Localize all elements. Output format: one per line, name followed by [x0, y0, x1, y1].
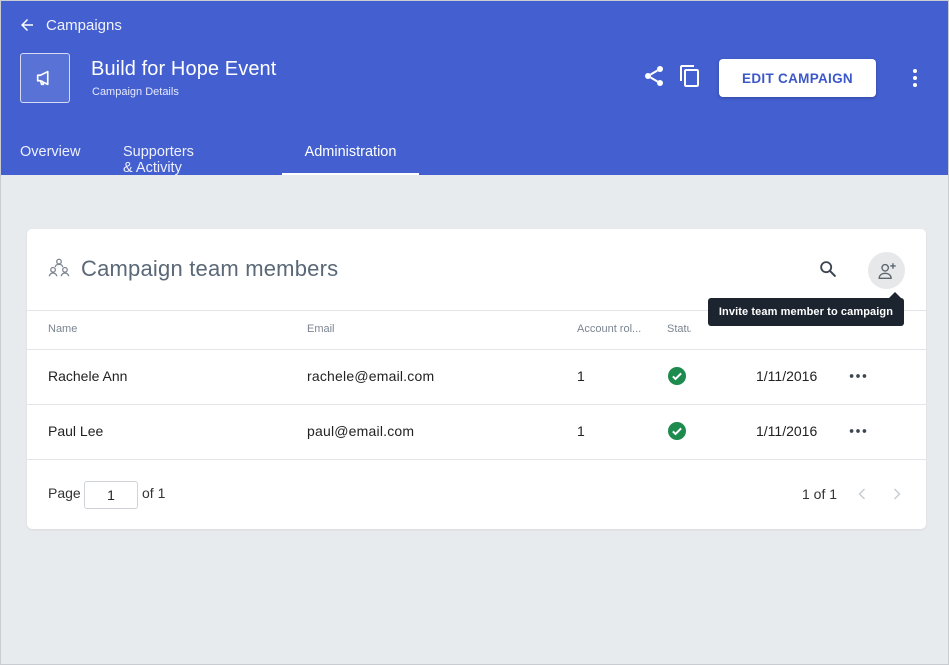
search-icon[interactable]: [817, 258, 839, 280]
member-date: 1/11/2016: [756, 423, 818, 439]
column-email-header[interactable]: Email: [307, 323, 335, 335]
page-of-label: of 1: [142, 485, 166, 501]
campaign-avatar: [20, 53, 70, 103]
member-email: rachele@email.com: [307, 368, 435, 384]
share-icon[interactable]: [642, 64, 666, 88]
more-horizontal-icon[interactable]: [847, 365, 869, 387]
campaign-header: Campaigns Build for Hope Event Campaign …: [0, 0, 949, 176]
card-title: Campaign team members: [81, 256, 339, 281]
back-to-campaigns-link[interactable]: Campaigns: [18, 16, 122, 34]
chevron-right-icon[interactable]: [887, 483, 907, 505]
more-vertical-icon[interactable]: [903, 66, 927, 90]
campaign-subtitle: Campaign Details: [92, 86, 179, 98]
page-label: Page: [48, 485, 81, 501]
member-email: paul@email.com: [307, 423, 415, 439]
page-number-input[interactable]: [84, 481, 138, 509]
chevron-left-icon[interactable]: [852, 483, 872, 505]
invite-member-button[interactable]: [868, 252, 905, 289]
pagination: Page of 1 1 of 1: [27, 461, 926, 529]
copy-icon[interactable]: [678, 64, 702, 88]
megaphone-icon: [36, 70, 49, 86]
tab-overview[interactable]: Overview: [20, 131, 80, 175]
edit-campaign-button[interactable]: EDIT CAMPAIGN: [719, 59, 876, 97]
check-circle-icon: [668, 422, 686, 440]
column-status-header[interactable]: Statu: [667, 323, 691, 335]
invite-tooltip: Invite team member to campaign: [708, 292, 904, 326]
arrow-left-icon: [21, 19, 33, 31]
tab-supporters-activity[interactable]: Supporters & Activity: [123, 131, 194, 176]
tab-administration[interactable]: Administration: [282, 131, 419, 175]
add-person-icon: [878, 262, 896, 279]
member-role: 1: [577, 368, 585, 384]
campaign-title: Build for Hope Event: [91, 58, 277, 80]
team-members-card: Campaign team members Name Email Account…: [27, 229, 926, 529]
page-count: 1 of 1: [802, 486, 838, 502]
team-icon: [48, 258, 70, 277]
column-account-role-header[interactable]: Account rol...: [577, 323, 647, 335]
member-name: Paul Lee: [48, 423, 104, 439]
member-name: Rachele Ann: [48, 368, 128, 384]
column-name-header[interactable]: Name: [48, 323, 77, 335]
more-horizontal-icon[interactable]: [847, 420, 869, 442]
table-row[interactable]: Rachele Ann rachele@email.com 1 1/11/201…: [27, 350, 926, 405]
member-date: 1/11/2016: [756, 368, 818, 384]
member-role: 1: [577, 423, 585, 439]
table-row[interactable]: Paul Lee paul@email.com 1 1/11/2016: [27, 405, 926, 460]
back-link-label: Campaigns: [46, 16, 122, 34]
check-circle-icon: [668, 367, 686, 385]
